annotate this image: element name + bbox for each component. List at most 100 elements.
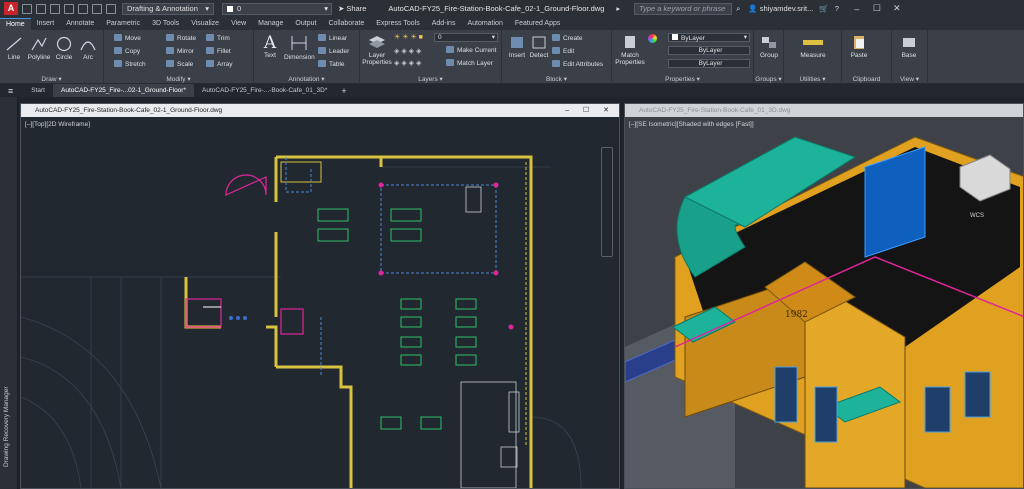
layer-dropdown[interactable]: 0 ▾ [434, 33, 498, 42]
linetype-dropdown[interactable]: ByLayer [668, 46, 750, 55]
file-tab-3d[interactable]: AutoCAD-FY25_Fire-...-Book-Cafe_01_3D* [194, 84, 335, 97]
site-lines [21, 166, 582, 488]
left-drawing-canvas[interactable]: [–][Top][2D Wireframe] [21, 117, 619, 488]
view-panel-title[interactable]: View ▾ [892, 75, 927, 83]
drawing-recovery-sidebar[interactable]: Drawing Recovery Manager [0, 97, 18, 489]
search-icon[interactable]: ⌕ [736, 4, 740, 14]
quick-layer-dropdown[interactable]: 0 ▾ [222, 2, 332, 15]
ribbon-tab-parametric[interactable]: Parametric [100, 18, 146, 30]
create-block-tool[interactable]: Create [552, 34, 583, 42]
array-tool[interactable]: Array [206, 60, 233, 68]
workspace-dropdown[interactable]: Drafting & Annotation ▾ [122, 2, 214, 15]
make-current-tool[interactable]: Make Current [446, 46, 496, 54]
layer-tools-icons[interactable]: ◈ ◈ ◈ ◈ [394, 47, 421, 55]
block-panel-title[interactable]: Block ▾ [502, 75, 611, 83]
right-viewport-window[interactable]: AutoCAD-FY25_Fire-Station-Book-Cafe_01_3… [624, 103, 1024, 489]
paste-tool[interactable]: Paste [846, 34, 872, 59]
left-window-controls[interactable]: – ☐ ✕ [565, 104, 615, 117]
move-tool[interactable]: Move [114, 34, 141, 42]
scale-tool[interactable]: Scale [166, 60, 193, 68]
edit-block-tool[interactable]: Edit [552, 47, 574, 55]
groups-panel: Group Groups ▾ [754, 30, 784, 84]
line-tool[interactable]: Line [4, 36, 24, 61]
ribbon-tab-home[interactable]: Home [0, 18, 31, 30]
base-view-tool[interactable]: Base [896, 34, 922, 59]
annotation-panel-title[interactable]: Annotation ▾ [254, 75, 359, 83]
user-account[interactable]: 👤 shiyamdev.srit... [748, 4, 813, 13]
save-as-icon[interactable] [64, 3, 74, 14]
linear-tool[interactable]: Linear [318, 34, 347, 42]
ribbon-tab-express-tools[interactable]: Express Tools [370, 18, 425, 30]
left-viewport-window[interactable]: AutoCAD-FY25_Fire-Station-Book-Cafe_02-1… [20, 103, 620, 489]
table-tool[interactable]: Table [318, 60, 345, 68]
ribbon-tab-3d-tools[interactable]: 3D Tools [146, 18, 185, 30]
layer-properties-tool[interactable]: Layer Properties [362, 34, 392, 66]
match-properties-tool[interactable]: Match Properties [614, 34, 646, 66]
stretch-tool[interactable]: Stretch [114, 60, 146, 68]
help-icon[interactable]: ? [835, 4, 839, 13]
circle-tool[interactable]: Circle [54, 36, 74, 61]
ribbon-tab-automation[interactable]: Automation [461, 18, 508, 30]
layers-panel-title[interactable]: Layers ▾ [360, 75, 501, 83]
group-tool[interactable]: Group [756, 34, 782, 59]
edit-attributes-tool[interactable]: Edit Attributes [552, 60, 603, 68]
trim-tool[interactable]: Trim [206, 34, 230, 42]
maximize-button[interactable]: ☐ [867, 3, 887, 14]
color-dropdown[interactable]: ByLayer ▾ [668, 33, 750, 42]
match-layer-tool[interactable]: Match Layer [446, 59, 493, 67]
detect-tool[interactable]: Detect [528, 34, 550, 59]
search-arrow-icon: ▸ [616, 4, 621, 13]
color-wheel-icon[interactable] [648, 34, 657, 43]
new-tab-plus-icon[interactable]: + [341, 86, 346, 96]
groups-panel-title[interactable]: Groups ▾ [754, 75, 783, 83]
navigation-bar[interactable] [601, 147, 613, 257]
search-input[interactable]: Type a keyword or phrase [634, 2, 733, 15]
rotate-tool[interactable]: Rotate [166, 34, 196, 42]
file-tab-ground-floor[interactable]: AutoCAD-FY25_Fire-...02-1_Ground-Floor* [53, 84, 194, 97]
ribbon-tab-output[interactable]: Output [289, 18, 322, 30]
utilities-panel-title[interactable]: Utilities ▾ [784, 75, 841, 83]
layer-tools-icons-2[interactable]: ◈ ◈ ◈ ◈ [394, 59, 421, 67]
cart-icon[interactable]: 🛒 [819, 4, 828, 13]
mirror-tool[interactable]: Mirror [166, 47, 194, 55]
save-icon[interactable] [50, 3, 60, 14]
new-file-icon[interactable] [22, 3, 32, 14]
polyline-tool[interactable]: Polyline [26, 36, 52, 61]
ribbon-tab-collaborate[interactable]: Collaborate [322, 18, 370, 30]
ribbon-tab-add-ins[interactable]: Add-ins [426, 18, 462, 30]
text-tool[interactable]: A Text [258, 34, 282, 59]
fillet-tool[interactable]: Fillet [206, 47, 231, 55]
arc-tool[interactable]: Arc [78, 36, 98, 61]
properties-panel-title[interactable]: Properties ▾ [612, 75, 753, 83]
ribbon-tab-view[interactable]: View [225, 18, 252, 30]
open-file-icon[interactable] [36, 3, 46, 14]
plot-icon[interactable] [78, 3, 88, 14]
draw-panel-title[interactable]: Draw ▾ [0, 75, 103, 83]
measure-tool[interactable]: Measure [788, 34, 838, 59]
insert-tool[interactable]: Insert [506, 34, 528, 59]
wcs-label[interactable]: WCS [970, 213, 984, 219]
ribbon-tab-manage[interactable]: Manage [252, 18, 289, 30]
autocad-logo-icon[interactable]: A [4, 2, 18, 15]
leader-tool[interactable]: Leader [318, 47, 349, 55]
base-view-icon [903, 38, 915, 47]
ribbon-tab-visualize[interactable]: Visualize [185, 18, 225, 30]
modify-panel-title[interactable]: Modify ▾ [104, 75, 253, 83]
menu-hamburger-icon[interactable]: ≡ [8, 86, 13, 96]
ribbon-tab-insert[interactable]: Insert [31, 18, 61, 30]
furniture [317, 208, 477, 430]
lineweight-dropdown[interactable]: ByLayer [668, 59, 750, 68]
share-button[interactable]: ➤ Share [338, 4, 366, 13]
close-button[interactable]: ✕ [887, 3, 907, 14]
file-tab-start[interactable]: Start [23, 84, 53, 97]
undo-icon[interactable] [92, 3, 102, 14]
right-3d-canvas[interactable]: 1982 WCS [–][SE Isometric][Shaded with e… [625, 117, 1023, 488]
redo-icon[interactable] [106, 3, 116, 14]
ribbon-tab-annotate[interactable]: Annotate [60, 18, 100, 30]
copy-tool[interactable]: Copy [114, 47, 140, 55]
layer-state-icons[interactable]: ☀ ☀ ☀ ■ [394, 33, 423, 41]
right-viewport-label[interactable]: [–][SE Isometric][Shaded with edges [Fas… [629, 121, 754, 128]
ribbon-tab-featured-apps[interactable]: Featured Apps [509, 18, 567, 30]
dimension-tool[interactable]: Dimension [284, 34, 315, 61]
minimize-button[interactable]: – [847, 4, 867, 14]
